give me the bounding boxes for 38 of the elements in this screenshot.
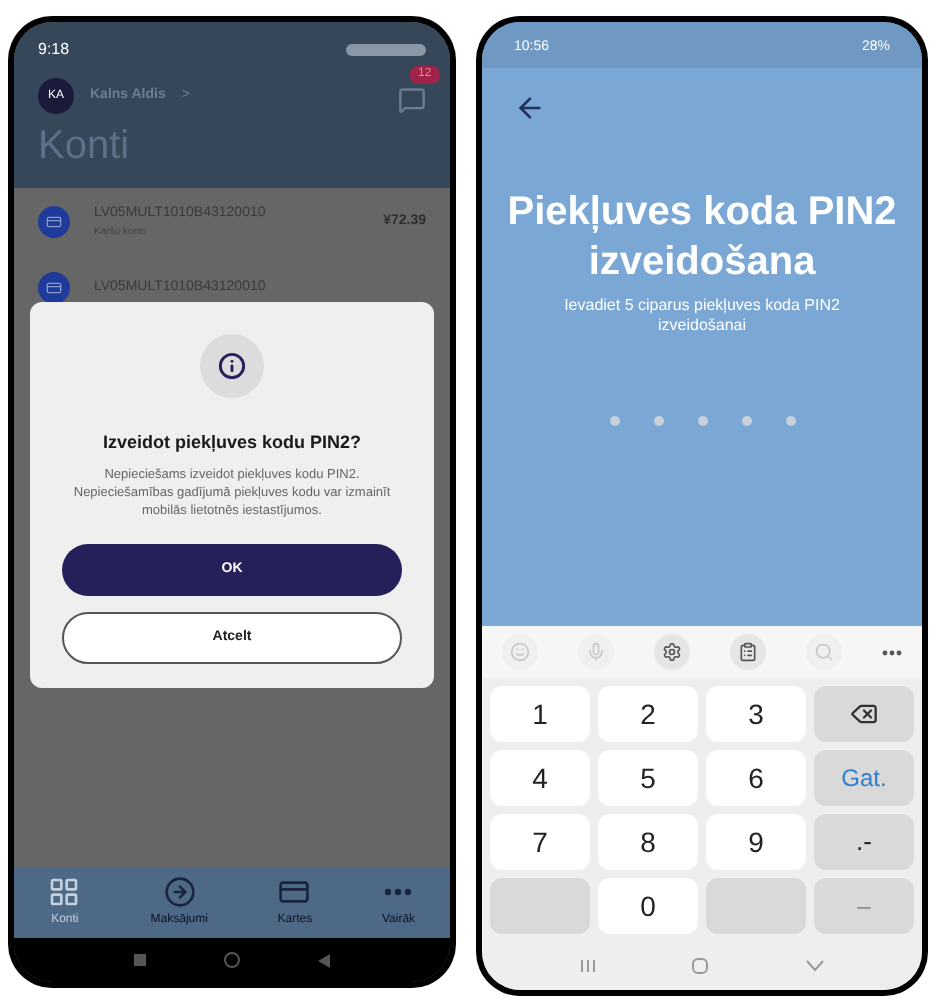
more-icon: [384, 888, 413, 896]
symbol-key[interactable]: .-: [814, 814, 914, 870]
backspace-key[interactable]: [814, 686, 914, 742]
grid-icon: [48, 876, 81, 908]
microphone-icon: [586, 642, 606, 662]
account-icon: [38, 272, 70, 304]
digit-key[interactable]: 7: [490, 814, 590, 870]
clipboard-icon: [737, 642, 758, 662]
settings-button[interactable]: [653, 634, 690, 670]
square-icon[interactable]: [133, 954, 146, 966]
emoji-icon: [510, 642, 531, 662]
chat-icon[interactable]: [398, 86, 427, 114]
digit-key[interactable]: 0: [598, 878, 698, 934]
chevron-down-icon[interactable]: [806, 960, 825, 972]
digit-key[interactable]: 4: [490, 750, 590, 806]
screen-title: Piekļuves koda PIN2 izveidošana: [506, 187, 898, 287]
digit-key[interactable]: 1: [490, 686, 590, 742]
recent-apps-icon[interactable]: [579, 958, 595, 974]
clipboard-button[interactable]: [729, 634, 766, 670]
digit-key[interactable]: 5: [598, 750, 698, 806]
digit-key[interactable]: 9: [706, 814, 806, 870]
account-icon: [38, 206, 70, 238]
status-time: 9:18: [38, 38, 70, 62]
digit-key[interactable]: 3: [706, 686, 806, 742]
digit-key[interactable]: 8: [598, 814, 698, 870]
more-icon[interactable]: [881, 649, 902, 655]
digit-key[interactable]: 2: [598, 686, 698, 742]
instruction-text: Ievadiet 5 ciparus piekļuves koda PIN2 izveidošanai: [562, 295, 842, 335]
backspace-icon: [850, 700, 878, 728]
dialog-title: Izveidot piekļuves kodu PIN2?: [102, 430, 362, 456]
home-icon[interactable]: [692, 958, 709, 974]
digit-key[interactable]: 6: [706, 750, 806, 806]
search-icon: [813, 642, 834, 662]
home-icon[interactable]: [223, 952, 240, 968]
arrow-circle-icon: [163, 876, 196, 908]
back-icon[interactable]: [318, 953, 331, 967]
settings-icon: [661, 642, 682, 662]
card-icon: [278, 876, 311, 908]
